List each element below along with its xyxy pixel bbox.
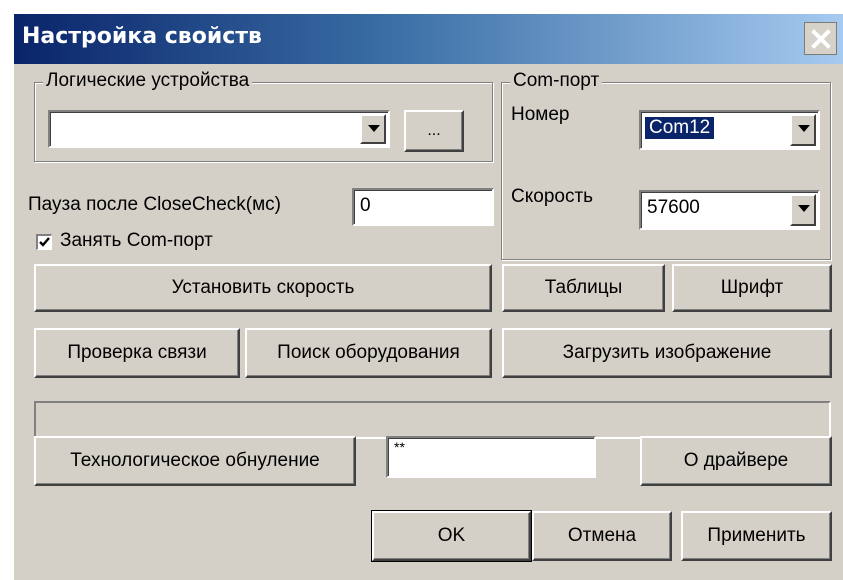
com-speed-value: 57600 bbox=[647, 197, 700, 218]
chevron-down-icon bbox=[368, 125, 380, 132]
occupy-port-checkbox[interactable] bbox=[36, 234, 52, 250]
password-input[interactable]: ** bbox=[386, 436, 596, 478]
load-image-button[interactable]: Загрузить изображение bbox=[502, 328, 832, 378]
close-button[interactable] bbox=[804, 22, 837, 55]
logical-devices-legend: Логические устройства bbox=[43, 70, 253, 92]
ok-button[interactable]: OK bbox=[371, 510, 532, 562]
com-speed-dropdown-button[interactable] bbox=[790, 194, 816, 226]
occupy-port-label: Занять Com-порт bbox=[60, 230, 213, 251]
pause-input[interactable]: 0 bbox=[352, 188, 494, 226]
pause-label: Пауза после CloseCheck(мс) bbox=[28, 194, 282, 215]
com-number-dropdown-button[interactable] bbox=[790, 114, 816, 146]
chevron-down-icon bbox=[798, 205, 810, 212]
com-number-label: Номер bbox=[511, 104, 570, 125]
close-icon bbox=[811, 29, 831, 49]
cancel-button[interactable]: Отмена bbox=[532, 511, 672, 561]
tables-button[interactable]: Таблицы bbox=[502, 264, 665, 312]
logical-devices-select[interactable] bbox=[48, 110, 390, 148]
com-speed-label: Скорость bbox=[511, 186, 594, 207]
com-port-legend: Com-порт bbox=[510, 70, 603, 92]
window-title: Настройка свойств bbox=[22, 24, 262, 49]
font-button[interactable]: Шрифт bbox=[672, 264, 832, 312]
tech-reset-button[interactable]: Технологическое обнуление bbox=[34, 436, 356, 486]
apply-button[interactable]: Применить bbox=[681, 511, 832, 561]
logical-devices-dropdown-button[interactable] bbox=[360, 114, 386, 144]
pause-value: 0 bbox=[360, 195, 371, 216]
chevron-down-icon bbox=[798, 125, 810, 132]
status-bar bbox=[34, 401, 831, 439]
title-bar[interactable]: Настройка свойств bbox=[14, 14, 843, 64]
checkmark-icon bbox=[39, 237, 50, 247]
com-speed-select[interactable]: 57600 bbox=[639, 190, 820, 230]
com-number-value: Com12 bbox=[645, 117, 715, 139]
check-connection-button[interactable]: Проверка связи bbox=[34, 328, 240, 378]
password-value: ** bbox=[394, 439, 405, 455]
com-number-select[interactable]: Com12 bbox=[639, 110, 820, 150]
search-equipment-button[interactable]: Поиск оборудования bbox=[245, 328, 492, 378]
set-speed-button[interactable]: Установить скорость bbox=[34, 264, 492, 312]
about-driver-button[interactable]: О драйвере bbox=[640, 436, 832, 486]
properties-dialog: Настройка свойств Логические устройства … bbox=[14, 14, 843, 580]
browse-devices-button[interactable]: ... bbox=[404, 110, 464, 152]
